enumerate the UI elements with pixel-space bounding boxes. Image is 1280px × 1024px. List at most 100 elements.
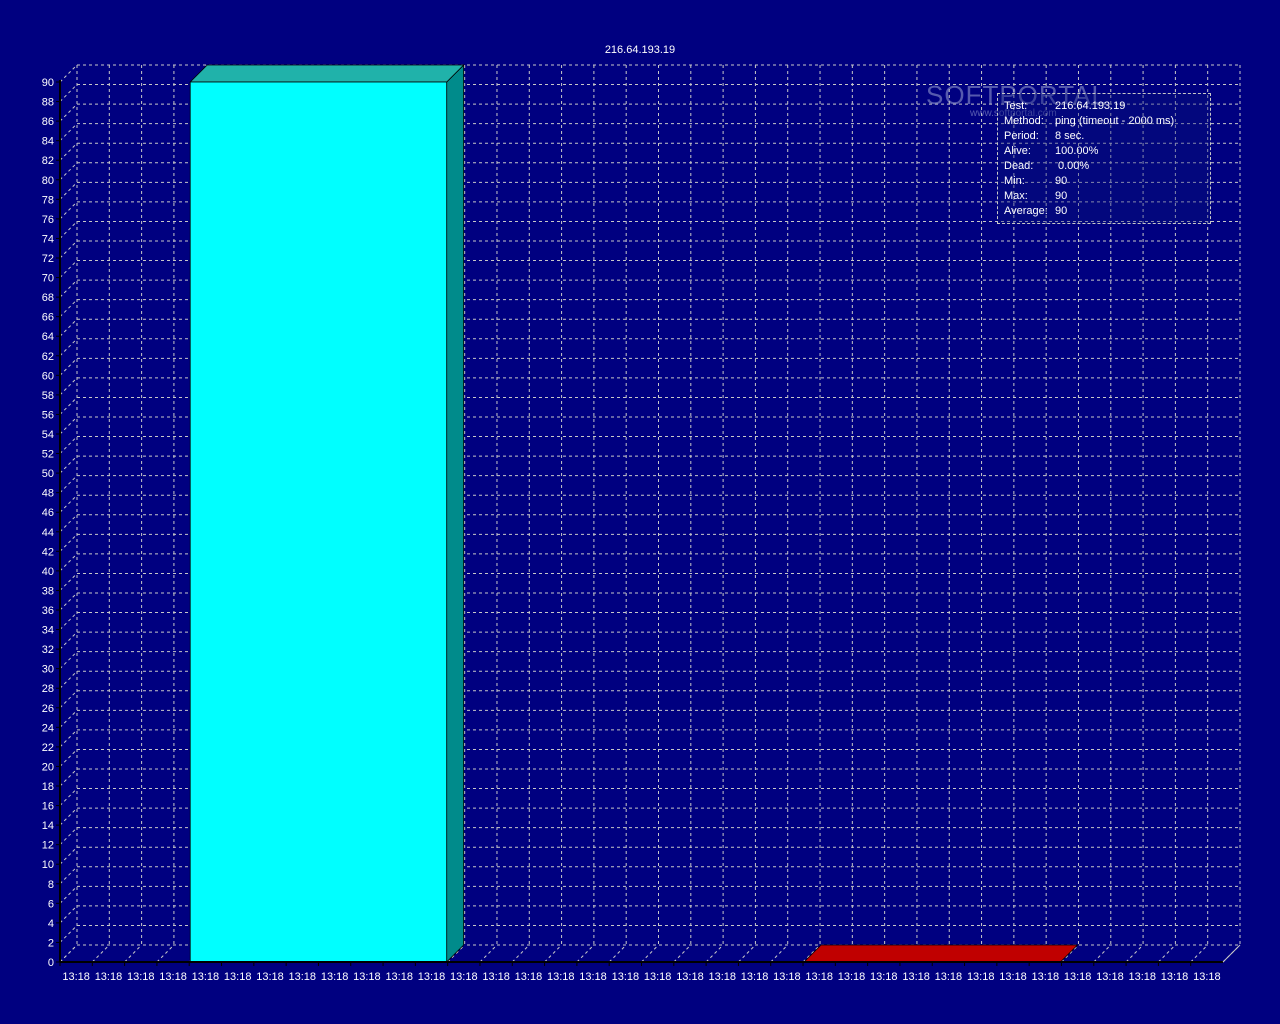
x-tick-label: 13:18 [967, 971, 995, 983]
floor-line [1093, 944, 1112, 963]
wall-depth-line [59, 416, 78, 435]
info-label: Dead: [1004, 160, 1034, 172]
wall-depth-line [59, 631, 78, 650]
wall-depth-line [59, 788, 78, 806]
x-tick-label: 13:18 [773, 971, 801, 983]
wall-depth-line [59, 221, 78, 239]
y-tick-label: 62 [42, 351, 54, 363]
wall-depth-line [59, 201, 78, 220]
y-tick-label: 46 [42, 507, 54, 519]
x-tick-label: 13:18 [1096, 971, 1124, 983]
floor-line [576, 944, 595, 963]
wall-depth-line [59, 925, 78, 943]
wall-depth-line [59, 592, 78, 611]
y-tick-label: 30 [42, 664, 54, 676]
floor-line [156, 944, 175, 963]
y-tick-label: 18 [42, 781, 54, 793]
info-label: Max: [1004, 190, 1028, 202]
x-tick-label: 13:18 [644, 971, 672, 983]
y-tick-label: 76 [42, 214, 54, 226]
wall-depth-line [59, 103, 78, 122]
y-tick-label: 34 [42, 625, 54, 637]
y-tick-label: 38 [42, 585, 54, 597]
info-value: 100.00% [1055, 145, 1099, 157]
wall-depth-line [59, 260, 78, 278]
wall-depth-line [59, 357, 78, 376]
y-tick-label: 54 [42, 429, 54, 441]
wall-depth-line [59, 64, 78, 83]
x-tick-label: 13:18 [708, 971, 736, 983]
y-tick-label: 2 [48, 937, 54, 949]
x-tick-label: 13:18 [612, 971, 640, 983]
wall-depth-line [59, 827, 78, 846]
y-tick-label: 8 [48, 879, 54, 891]
info-value: 216.64.193.19 [1055, 100, 1126, 112]
floor-line [1125, 944, 1144, 963]
y-tick-label: 84 [42, 136, 54, 148]
y-tick-label: 36 [42, 605, 54, 617]
x-tick-label: 13:18 [999, 971, 1027, 983]
chart-title: 216.64.193.19 [605, 44, 675, 56]
y-tick-label: 24 [42, 722, 54, 734]
floor-line [1190, 944, 1209, 963]
x-tick-label: 13:18 [805, 971, 833, 983]
info-value: 0.00% [1058, 160, 1090, 172]
info-value: 90 [1055, 190, 1068, 202]
y-tick-label: 12 [42, 840, 54, 852]
y-tick-label: 52 [42, 449, 54, 461]
floor-line [124, 944, 142, 963]
wall-depth-line [59, 123, 78, 142]
info-label: Min: [1004, 175, 1025, 187]
info-value: 90 [1055, 175, 1068, 187]
wall-depth-line [59, 846, 78, 865]
info-label: Average: [1004, 205, 1048, 217]
x-tick-label: 13:18 [450, 971, 478, 983]
y-tick-label: 28 [42, 683, 54, 695]
wall-depth-line [59, 338, 78, 357]
y-tick-label: 68 [42, 292, 54, 304]
y-tick-label: 82 [42, 155, 54, 167]
wall-depth-line [59, 944, 78, 963]
wall-depth-line [59, 749, 78, 767]
y-tick-label: 50 [42, 468, 54, 480]
y-tick-label: 20 [42, 761, 54, 773]
x-tick-label: 13:18 [482, 971, 510, 983]
wall-depth-line [59, 709, 78, 728]
y-tick-label: 6 [48, 898, 54, 910]
y-tick-label: 48 [42, 488, 54, 500]
wall-depth-line [59, 573, 78, 591]
wall-depth-line [59, 377, 78, 396]
y-tick-label: 66 [42, 312, 54, 324]
info-label: Method: [1004, 115, 1044, 127]
y-tick-label: 32 [42, 644, 54, 656]
x-tick-label: 13:18 [1064, 971, 1092, 983]
wall-depth-line [59, 181, 78, 200]
floor-line [91, 944, 110, 963]
x-tick-label: 13:18 [870, 971, 898, 983]
x-tick-label: 13:18 [547, 971, 575, 983]
x-tick-label: 13:18 [289, 971, 317, 983]
info-value: ping (timeout - 2000 ms) [1055, 115, 1175, 127]
wall-depth-line [59, 475, 78, 494]
floor-line [770, 944, 789, 963]
info-value: 8 sec. [1055, 130, 1085, 142]
y-tick-label: 72 [42, 253, 54, 265]
x-tick-label: 13:18 [385, 971, 413, 983]
y-tick-label: 14 [42, 820, 54, 832]
floor-line [608, 944, 627, 963]
y-tick-label: 78 [42, 194, 54, 206]
wall-depth-line [59, 651, 78, 670]
x-tick-label: 13:18 [515, 971, 543, 983]
x-tick-label: 13:18 [159, 971, 187, 983]
x-tick-label: 13:18 [1193, 971, 1221, 983]
y-tick-label: 60 [42, 370, 54, 382]
wall-depth-line [59, 514, 78, 533]
wall-depth-line [59, 807, 78, 826]
y-tick-label: 90 [42, 77, 54, 89]
floor-line [479, 944, 498, 963]
x-tick-label: 13:18 [95, 971, 123, 983]
floor-line [738, 944, 756, 963]
info-value: 90 [1055, 205, 1068, 217]
y-tick-label: 56 [42, 409, 54, 421]
wall-depth-line [59, 397, 78, 415]
